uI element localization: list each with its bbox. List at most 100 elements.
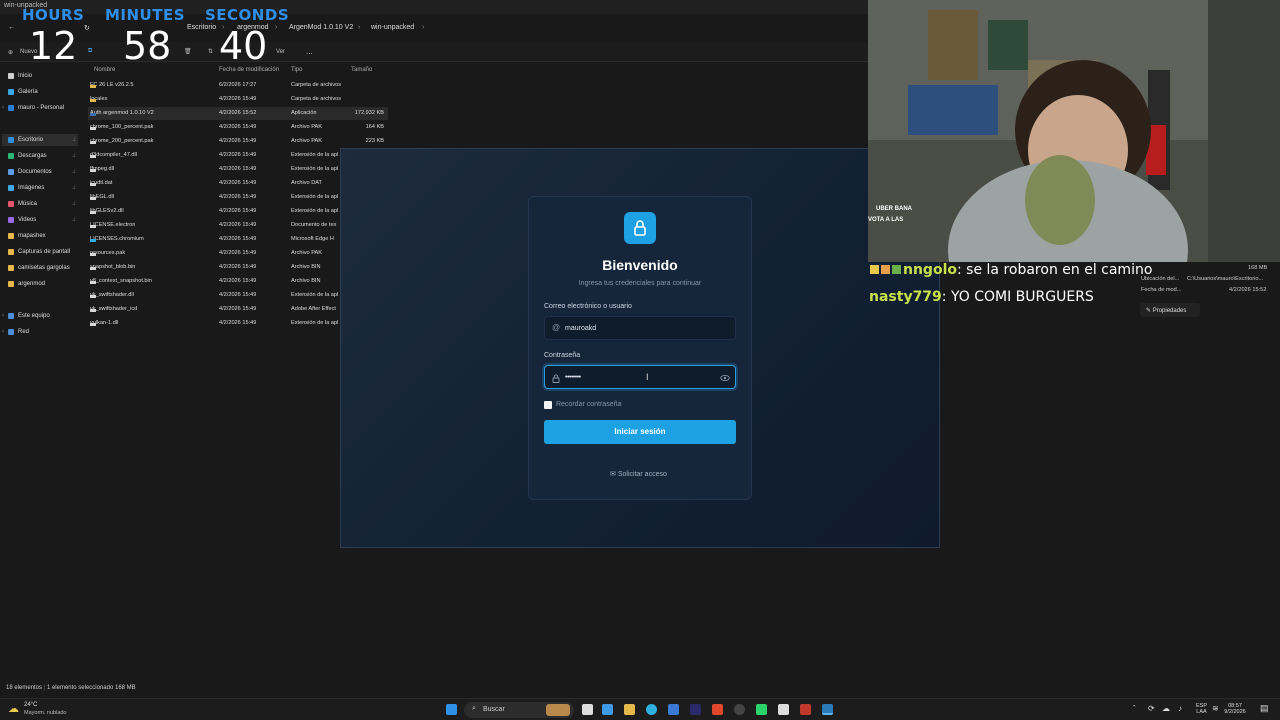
show-password-icon[interactable] [720,374,730,382]
file-explorer-icon[interactable] [624,704,635,715]
file-icon [90,197,96,200]
chevron-right-icon[interactable]: › [2,105,4,111]
breadcrumb-item[interactable]: win-unpacked [371,24,414,31]
file-row[interactable]: Auth argenmod 1.0.10 V2 4/2/2026 15:52 Apl… [88,107,388,120]
folder-icon [8,281,14,287]
fc-app-icon[interactable] [690,704,701,715]
file-type: Extensión de la apl [291,320,339,326]
remember-label[interactable]: Recordar contraseña [556,401,621,408]
file-type: Archivo BIN [291,278,321,284]
weather-icon[interactable]: ☁ [8,702,19,715]
nav-item[interactable]: Galería [8,86,38,98]
nav-item[interactable]: Imágenes [8,182,44,194]
file-type: Extensión de la apl [291,152,339,158]
nav-item[interactable]: Capturas de pantall [8,246,70,258]
breadcrumb-item[interactable]: Escritorio [187,24,216,31]
folder-icon [8,249,14,255]
mail-icon: ✉ [610,471,616,478]
column-header-type[interactable]: Tipo [291,67,302,73]
file-type: Extensión de la apl [291,292,339,298]
chevron-up-icon[interactable]: ⌃ [1132,705,1137,711]
properties-button[interactable]: ✎ Propiedades [1140,303,1200,317]
pin-icon[interactable]: ⊥ [72,201,76,207]
nav-item[interactable]: argenmod [8,278,45,290]
nav-item[interactable]: Escritorio [2,134,78,146]
request-access-link[interactable]: ✉ Solicitar acceso [610,470,667,478]
file-icon [90,169,96,172]
remember-checkbox[interactable] [544,401,552,409]
refresh-icon[interactable]: ↻ [84,24,90,32]
back-arrow-icon[interactable]: ← [8,24,15,31]
file-row[interactable]: chrome_100_percent.pak 4/2/2026 15:49 Arch… [88,121,388,134]
pin-icon[interactable]: ⊥ [72,217,76,223]
minutes-value: 58 [123,24,172,68]
mic-icon[interactable]: ♪ [1178,704,1182,713]
widgets-icon[interactable] [602,704,613,715]
pin-icon[interactable]: ⊥ [72,137,76,143]
nav-item[interactable]: Documentos [8,166,52,178]
nav-item[interactable]: mapashex [8,230,46,242]
brave-icon[interactable] [712,704,723,715]
view-button[interactable]: Ver [276,49,285,55]
breadcrumb-item[interactable]: ArgenMod 1.0.10 V2 [289,24,353,31]
nav-item[interactable]: › Red [2,326,29,338]
file-name: chrome_200_percent.pak [90,138,154,144]
file-row[interactable]: locales 4/2/2026 15:49 Carpeta de archivos [88,93,388,106]
add-icon[interactable]: ⊕ [8,49,13,56]
edge-icon[interactable] [646,704,657,715]
file-date: 4/2/2026 15:49 [219,138,257,144]
file-row[interactable]: FC 26 LE v26.2.5 6/2/2026 17:27 Carpeta de… [88,79,388,92]
clock-area[interactable]: 08:57 9/2/2026 [1224,703,1246,715]
folder-icon [8,73,14,79]
spotify-icon[interactable] [756,704,767,715]
login-button[interactable]: Iniciar sesión [544,420,736,444]
weather-desc[interactable]: Mayorm. nublado [24,710,67,716]
pin-icon[interactable]: ⊥ [72,153,76,159]
more-options-button[interactable]: ... [306,47,313,56]
onedrive-icon[interactable]: ☁ [1162,704,1170,713]
pin-icon[interactable]: ⊥ [72,169,76,175]
seconds-value: 40 [219,24,268,68]
column-header-name[interactable]: Nombre [94,67,115,73]
file-icon [90,113,96,116]
delete-icon[interactable]: 🗑 [184,48,192,55]
nav-item-label: Inicio [18,73,33,79]
chevron-right-icon[interactable]: › [2,313,4,319]
weather-temp[interactable]: 24°C [24,702,37,708]
chevron-right-icon[interactable]: › [2,329,4,335]
network-icon[interactable]: ⟳ [1148,704,1155,713]
nav-item[interactable]: Descargas [8,150,47,162]
nav-item[interactable]: › Este equipo [2,310,50,322]
file-size: 172,932 KB [354,110,384,116]
nav-item[interactable]: Música [8,198,37,210]
column-header-size[interactable]: Tamaño [351,67,372,73]
nav-item[interactable]: Inicio [8,70,32,82]
nav-item[interactable]: camisetas gargolas [8,262,70,274]
active-app-icon[interactable] [822,704,833,715]
store-icon[interactable] [668,704,679,715]
nav-item[interactable]: › mauro - Personal [2,102,64,114]
file-name: vk_swiftshader.dll [90,292,134,298]
search-box[interactable]: ⌕ Buscar [464,702,574,718]
file-icon [90,295,96,298]
notification-icon[interactable]: ▤ [1260,703,1269,714]
copy-icon[interactable]: ⧉ [88,48,92,55]
start-icon[interactable] [446,704,457,715]
file-row[interactable]: chrome_200_percent.pak 4/2/2026 15:49 Arch… [88,135,388,148]
language-indicator[interactable]: ESP LAA [1196,703,1207,715]
pin-icon[interactable]: ⊥ [72,185,76,191]
wifi-icon[interactable]: ≋ [1212,704,1219,713]
notepad-icon[interactable] [778,704,789,715]
task-view-icon[interactable] [582,704,593,715]
file-date: 4/2/2026 15:49 [219,250,257,256]
app-icon[interactable] [800,704,811,715]
file-type: Adobe After Effect [291,306,336,312]
file-name: FC 26 LE v26.2.5 [90,82,134,88]
lang-line: LAA [1196,709,1207,715]
nav-item[interactable]: Videos [8,214,36,226]
folder-icon [8,153,14,159]
sort-icon[interactable]: ⇅ [208,48,213,55]
password-field[interactable]: •••••••• [544,365,736,389]
settings-icon[interactable] [734,704,745,715]
user-field[interactable]: @ mauroakd [544,316,736,340]
